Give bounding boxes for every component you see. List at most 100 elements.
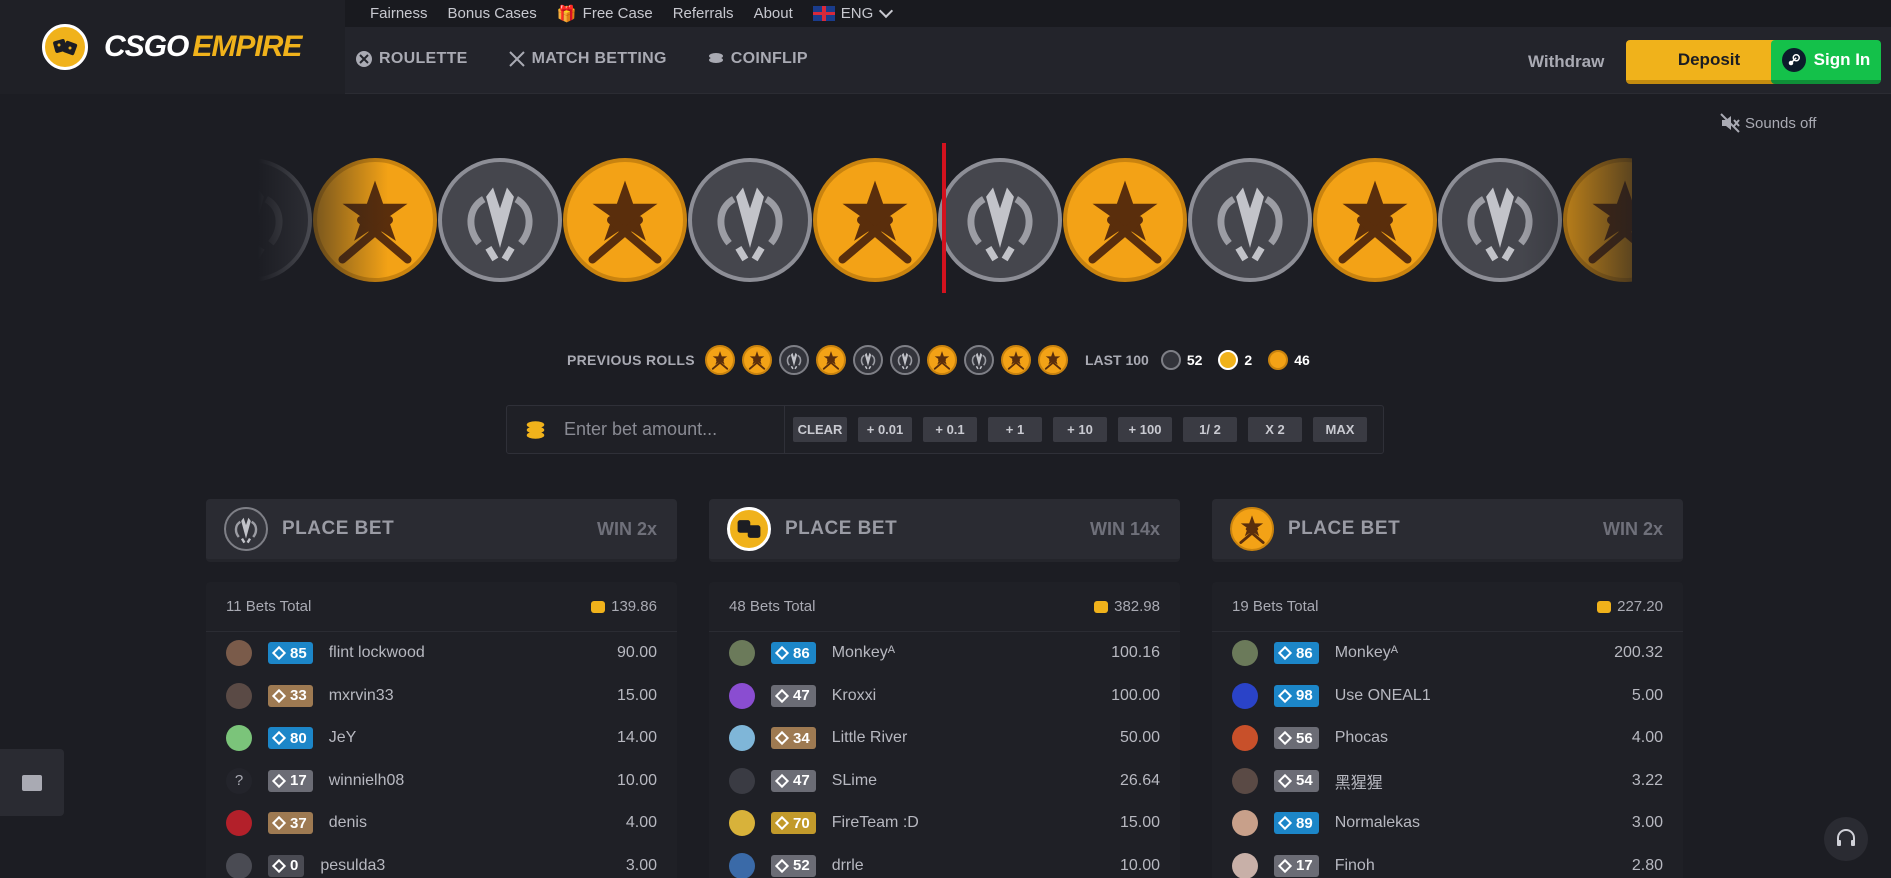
bets-summary: 48 Bets Total 382.98 <box>709 582 1180 632</box>
level-value: 86 <box>1296 644 1313 662</box>
avatar[interactable] <box>226 682 252 709</box>
support-button[interactable] <box>1824 817 1868 861</box>
bet-chip-10[interactable]: + 10 <box>1053 417 1107 442</box>
amount-total-value: 139.86 <box>611 598 657 615</box>
bet-chip-0-01[interactable]: + 0.01 <box>858 417 912 442</box>
avatar[interactable] <box>729 810 755 837</box>
level-value: 17 <box>1296 857 1313 875</box>
level-badge: 98 <box>1274 684 1319 707</box>
username[interactable]: FireTeam :D <box>832 814 1120 832</box>
username[interactable]: Use ONEAL1 <box>1335 687 1632 705</box>
deposit-button[interactable]: Deposit <box>1626 40 1792 84</box>
bet-chip-0-1[interactable]: + 0.1 <box>923 417 977 442</box>
username[interactable]: 黑猩猩 <box>1335 769 1632 793</box>
username[interactable]: Monkeyᴬ <box>1335 644 1614 662</box>
level-badge: 52 <box>771 854 816 877</box>
username[interactable]: Kroxxi <box>832 687 1111 705</box>
bet-modifiers: CLEAR + 0.01 + 0.1 + 1 + 10 + 100 1/ 2 X 2 MAX <box>785 417 1378 442</box>
bet-amount: 90.00 <box>616 644 657 662</box>
bet-chip-1[interactable]: + 1 <box>988 417 1042 442</box>
sounds-toggle[interactable]: Sounds off <box>1719 112 1816 134</box>
avatar[interactable] <box>1232 682 1258 709</box>
ct-coin-icon <box>1188 158 1312 282</box>
avatar[interactable] <box>729 725 755 752</box>
nav-coinflip[interactable]: COINFLIP <box>707 50 808 68</box>
nav-match-betting[interactable]: MATCH BETTING <box>508 50 667 68</box>
place-bet-button-t[interactable]: PLACE BET WIN 2x <box>1212 499 1683 562</box>
avatar[interactable] <box>729 852 755 878</box>
chat-icon <box>22 774 42 791</box>
sign-in-button[interactable]: Sign In <box>1771 40 1881 84</box>
withdraw-link[interactable]: Withdraw <box>1528 52 1604 72</box>
level-diamond-icon <box>1274 685 1296 707</box>
bet-chip-100[interactable]: + 100 <box>1118 417 1172 442</box>
t-coin-icon <box>1230 507 1274 551</box>
avatar[interactable] <box>1232 810 1258 837</box>
level-badge: 47 <box>771 769 816 792</box>
level-diamond-icon <box>1274 642 1296 664</box>
bet-amount-input[interactable] <box>564 419 784 440</box>
last-100-ct-count: 52 <box>1186 352 1203 368</box>
avatar[interactable] <box>729 767 755 794</box>
level-value: 34 <box>793 729 810 747</box>
avatar[interactable] <box>226 852 252 878</box>
avatar[interactable] <box>226 725 252 752</box>
username[interactable]: Normalekas <box>1335 814 1632 832</box>
nav-free-case[interactable]: 🎁 Free Case <box>557 4 653 24</box>
level-badge: 17 <box>1274 854 1319 877</box>
bet-row: 37 denis 4.00 <box>206 802 677 845</box>
coin-stack-icon <box>526 420 545 439</box>
t-coin-icon <box>704 345 735 375</box>
username[interactable]: drrle <box>832 857 1120 875</box>
bet-chip-clear[interactable]: CLEAR <box>793 417 847 442</box>
nav-roulette[interactable]: ROULETTE <box>355 50 468 68</box>
nav-referrals[interactable]: Referrals <box>673 5 734 22</box>
nav-fairness[interactable]: Fairness <box>370 5 428 22</box>
nav-bonus-cases[interactable]: Bonus Cases <box>448 5 537 22</box>
username[interactable]: SLime <box>832 772 1120 790</box>
username[interactable]: pesulda3 <box>320 857 626 875</box>
ct-coin-icon <box>889 345 920 375</box>
level-diamond-icon <box>268 812 290 834</box>
bet-row: 47 Kroxxi 100.00 <box>709 675 1180 718</box>
avatar[interactable] <box>1232 640 1258 667</box>
avatar[interactable] <box>1232 852 1258 878</box>
username[interactable]: mxrvin33 <box>329 687 617 705</box>
place-bet-button-ct[interactable]: PLACE BET WIN 2x <box>206 499 677 562</box>
amount-total-value: 382.98 <box>1114 598 1160 615</box>
bet-row: 80 JeY 14.00 <box>206 717 677 760</box>
avatar[interactable] <box>1232 725 1258 752</box>
t-coin-icon <box>1000 345 1031 375</box>
bet-amount: 200.32 <box>1614 644 1663 662</box>
chat-toggle-button[interactable] <box>0 749 64 816</box>
bet-row: 85 flint lockwood 90.00 <box>206 632 677 675</box>
language-selector[interactable]: ENG <box>812 3 894 22</box>
avatar[interactable] <box>226 810 252 837</box>
bet-chip-x-2[interactable]: X 2 <box>1248 417 1302 442</box>
bets-summary: 19 Bets Total 227.20 <box>1212 582 1683 632</box>
username[interactable]: Phocas <box>1335 729 1632 747</box>
username[interactable]: flint lockwood <box>329 644 617 662</box>
amount-total: 139.86 <box>591 598 657 615</box>
username[interactable]: Little River <box>832 729 1120 747</box>
logo[interactable]: CSGO EMPIRE <box>0 0 345 94</box>
avatar[interactable] <box>1232 767 1258 794</box>
avatar[interactable]: ? <box>226 767 252 794</box>
bet-column-ct: PLACE BET WIN 2x 11 Bets Total 139.86 85 flin… <box>206 499 677 878</box>
steam-icon <box>1781 48 1806 72</box>
avatar[interactable] <box>226 640 252 667</box>
bet-chip-max[interactable]: MAX <box>1313 417 1367 442</box>
place-bet-button-bonus[interactable]: PLACE BET WIN 14x <box>709 499 1180 562</box>
nav-about[interactable]: About <box>754 5 793 22</box>
avatar[interactable] <box>729 640 755 667</box>
nav-coinflip-label: COINFLIP <box>730 50 808 67</box>
level-badge: 54 <box>1274 769 1319 792</box>
username[interactable]: JeY <box>329 729 617 747</box>
username[interactable]: Monkeyᴬ <box>832 644 1111 662</box>
username[interactable]: Finoh <box>1335 857 1632 875</box>
username[interactable]: denis <box>329 814 626 832</box>
bet-bar: CLEAR + 0.01 + 0.1 + 1 + 10 + 100 1/ 2 X 2 MAX <box>506 405 1384 454</box>
avatar[interactable] <box>729 682 755 709</box>
bet-chip-1-2[interactable]: 1/ 2 <box>1183 417 1237 442</box>
username[interactable]: winnielh08 <box>329 772 617 790</box>
